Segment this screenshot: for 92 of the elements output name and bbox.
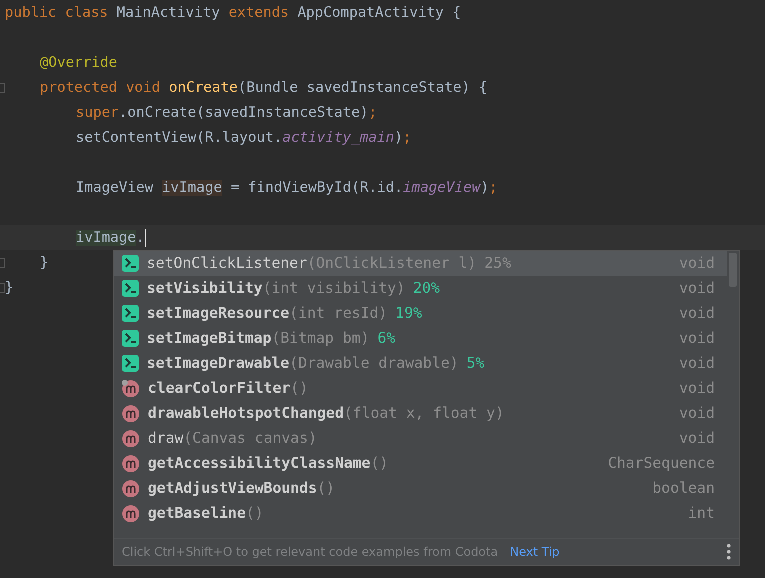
return-type: void [679,330,715,347]
lambda-icon [122,355,139,372]
code-token: = findViewById(R.id. [230,180,404,196]
lambda-icon [122,330,139,347]
code-token: public class [5,4,110,20]
usage-percent: 5% [466,355,485,372]
completion-item[interactable]: getAccessibilityClassName() CharSequence [114,451,727,476]
method-params: (Bitmap bm) [272,330,370,347]
method-name: getAccessibilityClassName [148,455,371,472]
method-params: () [290,380,308,397]
code-token: (Bundle savedInstanceState) { [238,80,488,96]
code-token: .onCreate(savedInstanceState) [119,104,369,120]
lambda-icon [122,255,139,272]
more-options-icon[interactable] [727,544,731,560]
method-params: (float x, float y) [344,405,504,422]
code-token: ImageView [76,180,154,196]
method-params: (int visibility) [262,280,406,297]
code-token: ; [403,130,412,146]
method-params: () [370,455,389,472]
method-params: (int resId) [290,305,388,322]
code-token: ) [480,180,490,196]
method-name: draw [148,430,184,447]
method-name: drawableHotspotChanged [148,405,344,422]
code-token: . [136,230,145,246]
return-type: void [679,380,715,397]
return-type: boolean [652,480,715,497]
code-token: MainActivity [116,4,222,20]
method-icon [122,454,140,472]
method-name: setImageResource [147,305,290,322]
text-caret [144,228,146,246]
usage-percent: 20% [413,280,440,297]
method-params: (Canvas canvas) [184,430,318,447]
return-type: void [679,255,715,272]
method-name: setOnClickListener [147,255,308,272]
hint-text: Click Ctrl+Shift+O to get relevant code examples from Codota [122,545,498,559]
method-name: setImageDrawable [147,355,290,372]
completion-item[interactable]: setImageDrawable(Drawable drawable) 5% void [114,351,727,376]
method-params: (OnClickListener l) [307,255,477,272]
return-type: void [679,305,715,322]
method-icon [122,380,140,398]
method-icon [122,430,140,448]
usage-percent: 25% [484,255,512,272]
completion-item[interactable]: setImageBitmap(Bitmap bm) 6% void [114,326,727,351]
return-type: void [679,430,715,447]
completion-item[interactable]: draw(Canvas canvas) void [114,426,727,451]
method-icon [122,404,140,422]
code-token: imageView [403,180,481,196]
method-icon [122,504,140,522]
code-token: protected void [40,80,162,96]
usage-percent: 6% [378,330,396,347]
code-token: } [5,280,14,296]
completion-item[interactable]: setVisibility(int visibility) 20% void [114,276,727,301]
code-token: ; [489,180,498,196]
method-name: setVisibility [147,280,263,297]
method-params: (Drawable drawable) [290,355,459,372]
fold-marker-icon[interactable] [0,258,5,268]
code-token: super [76,104,120,120]
fold-marker-icon[interactable] [0,283,5,293]
method-name: clearColorFilter [148,380,291,397]
method-name: setImageBitmap [147,330,272,347]
code-token: ) [394,130,404,146]
return-type: CharSequence [608,455,715,472]
completion-item[interactable]: drawableHotspotChanged(float x, float y) void [114,401,727,426]
code-token: onCreate [169,80,238,96]
return-type: void [679,355,715,372]
code-token: extends [228,4,290,20]
lambda-icon [122,305,139,322]
fold-marker-icon[interactable] [0,83,5,93]
method-name: getAdjustViewBounds [148,480,318,497]
completion-item[interactable]: getBaseline() int [114,501,727,526]
method-name: getBaseline [148,505,246,522]
next-tip-link[interactable]: Next Tip [510,545,560,559]
completion-item[interactable]: setImageResource(int resId) 19% void [114,301,727,326]
code-token: } [40,254,49,270]
method-params: () [317,480,336,497]
method-icon [122,480,140,498]
code-token: ivImage [76,230,136,246]
code-token: AppCompatActivity { [298,4,462,20]
return-type: int [688,505,715,522]
method-params: () [246,505,264,522]
code-token: setContentView(R.layout. [76,130,283,146]
code-token: ivImage [162,180,222,196]
completion-item[interactable]: clearColorFilter() void [114,376,727,401]
usage-percent: 19% [396,305,422,322]
return-type: void [679,280,715,297]
completion-item[interactable]: setOnClickListener(OnClickListener l) 25% void [114,251,727,276]
lambda-icon [122,280,139,297]
return-type: void [679,405,715,422]
code-token: activity_main [282,130,394,146]
completion-item[interactable]: getAdjustViewBounds() boolean [114,476,727,501]
code-token: @Override [40,54,118,70]
code-token: ; [368,104,378,120]
